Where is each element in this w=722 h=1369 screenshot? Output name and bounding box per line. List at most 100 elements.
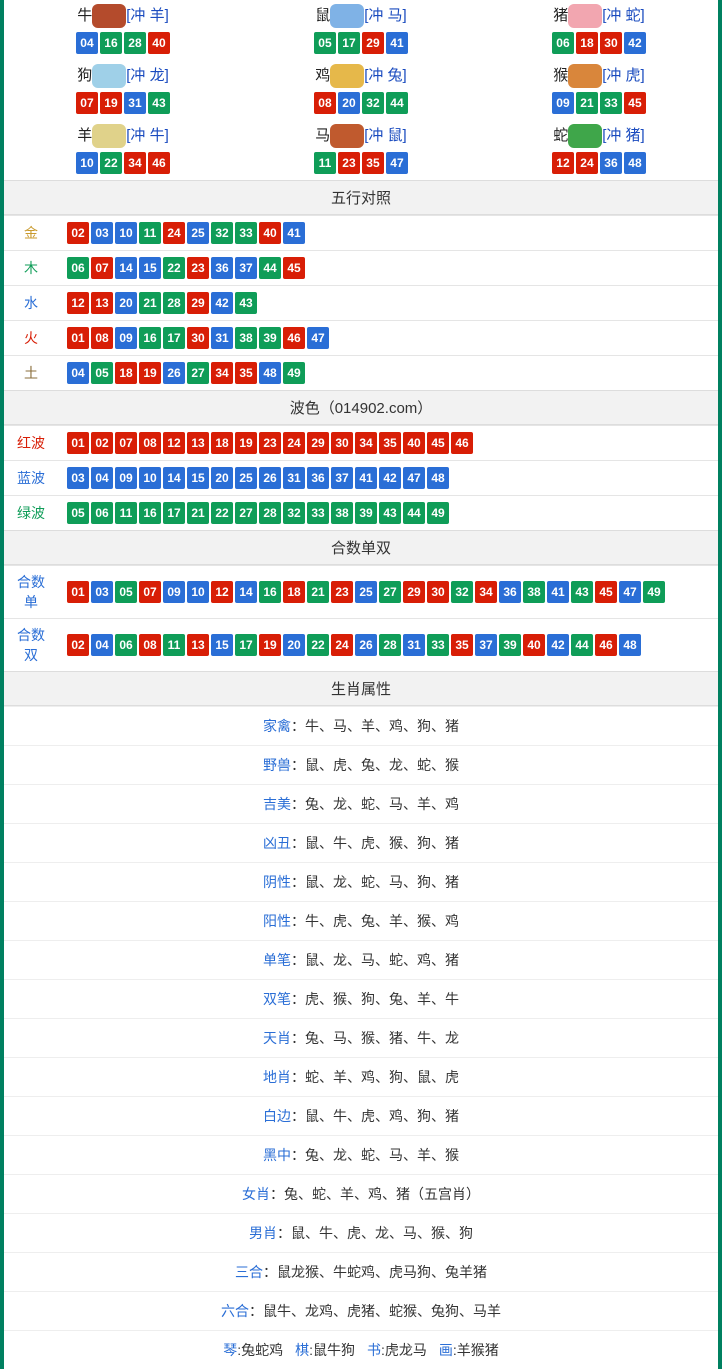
- number-ball: 21: [576, 92, 598, 114]
- table-row: 合数双0204060811131517192022242628313335373…: [4, 619, 718, 672]
- zodiac-cell: 蛇[冲 猪]12243648: [480, 120, 718, 180]
- number-ball: 16: [139, 327, 161, 349]
- zodiac-cong: [冲 马]: [364, 7, 407, 24]
- zodiac-cell: 狗[冲 龙]07193143: [4, 60, 242, 120]
- table-row: 土04051819262734354849: [4, 356, 718, 391]
- number-ball: 18: [576, 32, 598, 54]
- number-ball: 03: [91, 222, 113, 244]
- attr-key: 吉美: [263, 796, 291, 812]
- zodiac-cell: 牛[冲 羊]04162840: [4, 0, 242, 60]
- zodiac-animal-icon: [330, 124, 364, 148]
- number-ball: 06: [91, 502, 113, 524]
- attr-value: 虎、猴、狗、兔、羊、牛: [305, 991, 459, 1007]
- number-ball: 08: [139, 634, 161, 656]
- row-balls: 03040910141520252631363741424748: [58, 461, 718, 496]
- number-ball: 47: [619, 581, 641, 603]
- number-ball: 15: [187, 467, 209, 489]
- attr-key: 野兽: [263, 757, 291, 773]
- number-ball: 09: [552, 92, 574, 114]
- number-ball: 29: [187, 292, 209, 314]
- zodiac-cong: [冲 兔]: [364, 67, 407, 84]
- attr-colon: ：: [263, 1264, 277, 1280]
- zodiac-balls: 07193143: [4, 92, 242, 114]
- zodiac-cell: 羊[冲 牛]10223446: [4, 120, 242, 180]
- row-balls: 02031011242532334041: [58, 216, 718, 251]
- number-ball: 22: [211, 502, 233, 524]
- number-ball: 30: [331, 432, 353, 454]
- number-ball: 44: [403, 502, 425, 524]
- number-ball: 49: [643, 581, 665, 603]
- section-header-heshu: 合数单双: [4, 530, 718, 565]
- number-ball: 38: [523, 581, 545, 603]
- number-ball: 43: [148, 92, 170, 114]
- number-ball: 48: [619, 634, 641, 656]
- number-ball: 07: [115, 432, 137, 454]
- row-balls: 0103050709101214161821232527293032343638…: [58, 566, 718, 619]
- zodiac-cell: 鸡[冲 兔]08203244: [242, 60, 480, 120]
- attr-colon: ：: [249, 1303, 263, 1319]
- number-ball: 30: [187, 327, 209, 349]
- number-ball: 12: [67, 292, 89, 314]
- number-ball: 39: [499, 634, 521, 656]
- number-ball: 17: [163, 327, 185, 349]
- qqsh-key: 书: [367, 1342, 381, 1358]
- attr-key: 女肖: [242, 1186, 270, 1202]
- number-ball: 43: [571, 581, 593, 603]
- number-ball: 04: [91, 467, 113, 489]
- zodiac-name: 狗: [77, 67, 92, 84]
- attr-row: 野兽：鼠、虎、兔、龙、蛇、猴: [4, 745, 718, 784]
- zodiac-balls: 12243648: [480, 152, 718, 174]
- zodiac-cong: [冲 虎]: [602, 67, 645, 84]
- number-ball: 31: [283, 467, 305, 489]
- attr-key: 黑中: [263, 1147, 291, 1163]
- number-ball: 05: [314, 32, 336, 54]
- table-row: 绿波05061116172122272832333839434449: [4, 496, 718, 531]
- table-row: 火0108091617303138394647: [4, 321, 718, 356]
- attr-colon: ：: [291, 796, 305, 812]
- number-ball: 11: [163, 634, 185, 656]
- number-ball: 12: [552, 152, 574, 174]
- row-label: 木: [4, 251, 58, 286]
- zodiac-title: 羊[冲 牛]: [4, 124, 242, 148]
- attr-row: 黑中：兔、龙、蛇、马、羊、猴: [4, 1135, 718, 1174]
- number-ball: 02: [91, 432, 113, 454]
- number-ball: 19: [235, 432, 257, 454]
- number-ball: 45: [624, 92, 646, 114]
- row-balls: 1213202128294243: [58, 286, 718, 321]
- number-ball: 35: [362, 152, 384, 174]
- attr-key: 三合: [235, 1264, 263, 1280]
- section-header-shuxing: 生肖属性: [4, 671, 718, 706]
- number-ball: 11: [139, 222, 161, 244]
- attr-value: 鼠、龙、蛇、马、狗、猪: [305, 874, 459, 890]
- number-ball: 23: [259, 432, 281, 454]
- number-ball: 19: [259, 634, 281, 656]
- zodiac-title: 猪[冲 蛇]: [480, 4, 718, 28]
- attr-value: 鼠、龙、马、蛇、鸡、猪: [305, 952, 459, 968]
- table-row: 合数单0103050709101214161821232527293032343…: [4, 566, 718, 619]
- number-ball: 35: [451, 634, 473, 656]
- number-ball: 44: [259, 257, 281, 279]
- number-ball: 35: [235, 362, 257, 384]
- number-ball: 37: [331, 467, 353, 489]
- number-ball: 20: [338, 92, 360, 114]
- number-ball: 48: [259, 362, 281, 384]
- number-ball: 38: [331, 502, 353, 524]
- number-ball: 28: [124, 32, 146, 54]
- qqsh-segment: 琴:兔蛇鸡: [223, 1342, 283, 1358]
- number-ball: 10: [139, 467, 161, 489]
- number-ball: 41: [547, 581, 569, 603]
- number-ball: 29: [403, 581, 425, 603]
- table-wuxing: 金02031011242532334041木060714152223363744…: [4, 215, 718, 390]
- row-label: 蓝波: [4, 461, 58, 496]
- attr-value: 鼠、虎、兔、龙、蛇、猴: [305, 757, 459, 773]
- number-ball: 21: [307, 581, 329, 603]
- number-ball: 16: [139, 502, 161, 524]
- zodiac-name: 鼠: [315, 7, 330, 24]
- number-ball: 40: [403, 432, 425, 454]
- number-ball: 33: [600, 92, 622, 114]
- zodiac-title: 猴[冲 虎]: [480, 64, 718, 88]
- zodiac-name: 羊: [77, 127, 92, 144]
- number-ball: 08: [139, 432, 161, 454]
- zodiac-cell: 猪[冲 蛇]06183042: [480, 0, 718, 60]
- number-ball: 18: [211, 432, 233, 454]
